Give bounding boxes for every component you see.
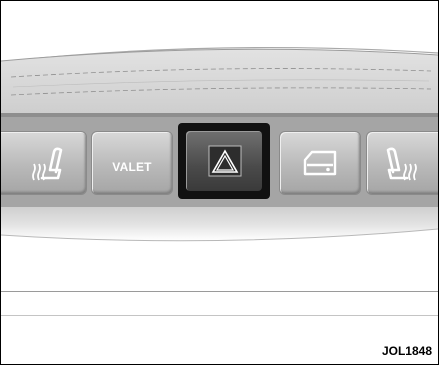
heated-seat-left-button[interactable]	[1, 131, 87, 195]
illustration-frame: VALET JOL1848	[0, 0, 439, 365]
trunk-open-icon	[303, 150, 337, 176]
divider-line	[1, 291, 438, 292]
heated-seat-right-button[interactable]	[366, 131, 438, 195]
heated-seat-icon	[32, 147, 63, 181]
hazard-triangle-icon	[208, 145, 242, 177]
divider-line	[1, 315, 438, 316]
trunk-release-button[interactable]	[279, 131, 361, 195]
figure-code: JOL1848	[381, 344, 432, 358]
hazard-warning-button[interactable]	[178, 123, 270, 199]
valet-label: VALET	[112, 160, 152, 174]
valet-button[interactable]: VALET	[91, 131, 173, 195]
heated-seat-icon	[386, 147, 417, 181]
hazard-button-face	[186, 131, 262, 191]
